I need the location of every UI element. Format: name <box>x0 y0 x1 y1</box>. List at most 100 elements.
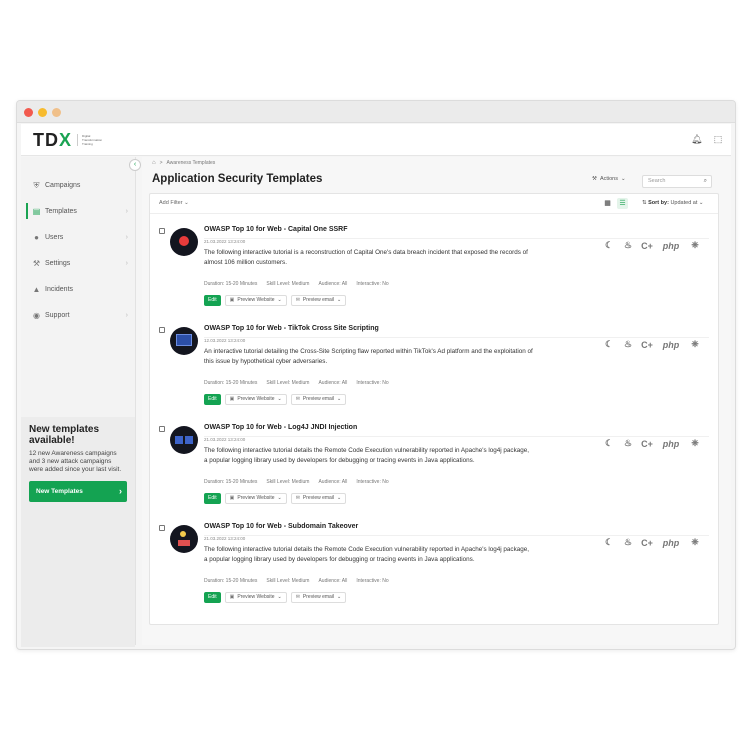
divider <box>204 337 709 338</box>
preview-email-button[interactable]: ✉ Preview email ⌄ <box>290 493 347 504</box>
chevron-down-icon: ⌄ <box>277 495 282 501</box>
template-title[interactable]: OWASP Top 10 for Web - Subdomain Takeove… <box>204 523 358 530</box>
template-meta: Duration: 15-20 Minutes Skill Level: Med… <box>204 578 389 584</box>
preview-website-label: Preview Website <box>237 495 275 501</box>
sidebar-item-settings[interactable]: ⚒ Settings › <box>21 255 136 271</box>
user-icon: ● <box>34 232 39 242</box>
search-input[interactable]: Search ⌕ <box>642 175 712 188</box>
home-icon[interactable]: ⌂ <box>152 160 156 166</box>
preview-email-label: Preview email <box>302 396 335 402</box>
chevron-right-icon: › <box>125 259 128 267</box>
template-meta: Duration: 15-20 Minutes Skill Level: Med… <box>204 380 389 386</box>
sidebar-item-campaigns[interactable]: ⛨ Campaigns <box>21 177 136 193</box>
row-checkbox[interactable] <box>159 525 165 531</box>
add-filter-button[interactable]: Add Filter ⌄ <box>159 200 189 206</box>
sidebar-item-templates[interactable]: ▤ Templates › <box>21 203 136 219</box>
chevron-right-icon: › <box>119 486 122 496</box>
sidebar-item-label: Users <box>45 233 64 241</box>
python-icon: ❈ <box>691 240 699 250</box>
template-description: An interactive tutorial detailing the Cr… <box>204 348 533 365</box>
chevron-down-icon: ⌄ <box>277 594 282 600</box>
sort-dropdown[interactable]: ⇅ Sort by: Updated at ⌄ <box>642 200 704 206</box>
python-icon: ❈ <box>691 339 699 349</box>
interactive: Interactive: No <box>356 479 389 485</box>
search-icon[interactable]: ⌕ <box>704 176 707 187</box>
sidebar: ‹ ⛨ Campaigns ▤ Templates › ● Users › ⚒ … <box>21 157 141 647</box>
c-icon: ☾ <box>604 240 614 250</box>
edit-button[interactable]: Edit <box>204 394 221 405</box>
new-templates-button[interactable]: New Templates › <box>29 481 127 502</box>
sidebar-item-incidents[interactable]: ▲ Incidents <box>21 281 136 297</box>
preview-website-button[interactable]: ▣ Preview Website ⌄ <box>224 592 287 603</box>
preview-website-button[interactable]: ▣ Preview Website ⌄ <box>224 295 287 306</box>
template-title[interactable]: OWASP Top 10 for Web - TikTok Cross Site… <box>204 325 379 332</box>
promo-text: 12 new Awareness campaigns and 3 new att… <box>29 450 122 473</box>
actions-label: Actions <box>599 176 618 182</box>
close-window-button[interactable] <box>24 108 33 117</box>
actions-dropdown[interactable]: ⚒ Actions ⌄ <box>592 176 626 182</box>
logo-subtitle: Digital Transformation Training <box>77 134 107 146</box>
sidebar-item-label: Templates <box>45 207 77 215</box>
maximize-window-button[interactable] <box>52 108 61 117</box>
preview-website-label: Preview Website <box>237 396 275 402</box>
chevron-down-icon: ⌄ <box>184 200 189 206</box>
template-title[interactable]: OWASP Top 10 for Web - Log4J JNDI Inject… <box>204 424 357 431</box>
preview-email-button[interactable]: ✉ Preview email ⌄ <box>290 295 347 306</box>
interactive: Interactive: No <box>356 380 389 386</box>
actions-icon: ⚒ <box>592 176 597 182</box>
skill-level: Skill Level: Medium <box>266 380 310 386</box>
php-icon: php <box>662 240 680 251</box>
chevron-down-icon: ⌄ <box>337 495 342 501</box>
app-window: TDX Digital Transformation Training 🔔︎ ⬚… <box>16 100 736 650</box>
row-checkbox[interactable] <box>159 327 165 333</box>
preview-email-button[interactable]: ✉ Preview email ⌄ <box>290 394 347 405</box>
edit-button[interactable]: Edit <box>204 592 221 603</box>
template-row: OWASP Top 10 for Web - Capital One SSRF … <box>150 215 718 314</box>
preview-website-button[interactable]: ▣ Preview Website ⌄ <box>224 394 287 405</box>
logo[interactable]: TDX Digital Transformation Training <box>33 130 107 150</box>
grid-view-icon[interactable]: ▦ <box>602 198 613 209</box>
list-toolbar: Add Filter ⌄ ▦ ☰ ⇅ Sort by: Updated at ⌄ <box>150 194 718 214</box>
sidebar-item-label: Campaigns <box>45 181 81 189</box>
row-checkbox[interactable] <box>159 426 165 432</box>
breadcrumb-item[interactable]: Awareness Templates <box>167 160 216 166</box>
browser-icon: ▣ <box>229 594 235 600</box>
user-scan-icon[interactable]: ⬚ <box>713 134 723 144</box>
sidebar-item-users[interactable]: ● Users › <box>21 229 136 245</box>
edit-button[interactable]: Edit <box>204 295 221 306</box>
collapse-sidebar-button[interactable]: ‹ <box>129 159 141 171</box>
duration: Duration: 15-20 Minutes <box>204 479 258 485</box>
edit-button[interactable]: Edit <box>204 493 221 504</box>
template-thumbnail <box>170 525 198 553</box>
java-icon: ♨ <box>623 240 633 250</box>
preview-email-button[interactable]: ✉ Preview email ⌄ <box>290 592 347 603</box>
email-icon: ✉ <box>295 495 300 501</box>
bell-icon[interactable]: 🔔︎ <box>691 134 702 144</box>
list-view-icon[interactable]: ☰ <box>617 198 628 209</box>
c-icon: ☾ <box>604 339 614 349</box>
chevron-down-icon: ⌄ <box>277 297 282 303</box>
preview-email-label: Preview email <box>302 495 335 501</box>
minimize-window-button[interactable] <box>38 108 47 117</box>
preview-website-button[interactable]: ▣ Preview Website ⌄ <box>224 493 287 504</box>
template-meta: Duration: 15-20 Minutes Skill Level: Med… <box>204 479 389 485</box>
template-row: OWASP Top 10 for Web - Subdomain Takeove… <box>150 512 718 611</box>
template-date: 21.03.2022 13:24:00 <box>204 536 246 541</box>
chat-icon: ◉ <box>33 310 40 320</box>
divider <box>204 238 709 239</box>
template-title[interactable]: OWASP Top 10 for Web - Capital One SSRF <box>204 226 348 233</box>
preview-website-label: Preview Website <box>237 297 275 303</box>
chevron-down-icon: ⌄ <box>620 176 626 182</box>
template-thumbnail <box>170 327 198 355</box>
skill-level: Skill Level: Medium <box>266 281 310 287</box>
audience: Audience: All <box>318 578 348 584</box>
sidebar-item-support[interactable]: ◉ Support › <box>21 307 136 323</box>
chevron-down-icon: ⌄ <box>698 200 704 206</box>
chevron-down-icon: ⌄ <box>277 396 282 402</box>
template-icon: ▤ <box>32 206 41 216</box>
duration: Duration: 15-20 Minutes <box>204 281 258 287</box>
promo-title: New templates available! <box>29 424 100 446</box>
chevron-right-icon: › <box>125 207 128 215</box>
browser-icon: ▣ <box>229 495 235 501</box>
row-checkbox[interactable] <box>159 228 165 234</box>
